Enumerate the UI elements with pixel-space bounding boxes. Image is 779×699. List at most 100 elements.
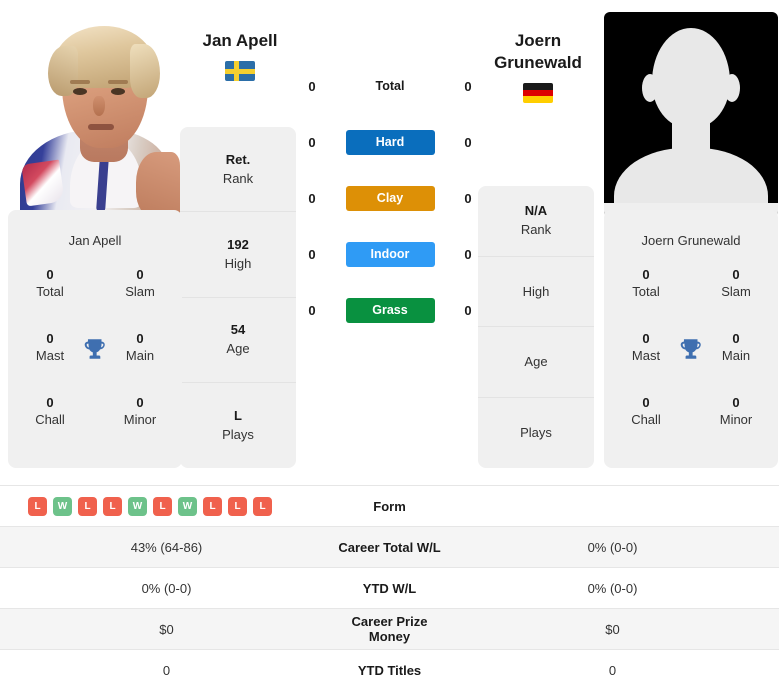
stat-label: Career Total W/L [338,539,441,555]
titles-value: 0 [642,331,650,346]
surface-badge-hard[interactable]: Hard [345,129,435,155]
comparison-header-area: Jan Apell Joern Grunewald Ret. Rank 192 … [0,0,779,480]
form-chip-win[interactable]: W [178,496,197,516]
form-chip-loss[interactable]: L [253,496,272,516]
titles-label: Total [632,284,660,299]
titles-value: 0 [136,267,144,282]
stat-label: Career Prize Money [351,614,428,644]
titles-cell: 0 Main [112,330,168,365]
rank-row: High [478,257,594,327]
left-titles-card: Jan Apell 0 Total 0 Slam 0 Mast 0 Main 0… [8,210,182,468]
rank-label: High [224,255,252,271]
titles-value: 0 [46,395,54,410]
titles-label: Chall [631,412,661,427]
rank-label: High [522,283,550,299]
titles-cell: 0 Main [708,330,764,365]
titles-cell: 0 Minor [708,394,764,429]
titles-label: Chall [35,412,65,427]
form-chip-loss[interactable]: L [203,496,222,516]
surface-badge-grass[interactable]: Grass [345,297,435,323]
right-titles-player-name: Joern Grunewald [641,233,741,248]
titles-label: Main [721,348,751,363]
surface-row-grass: 0 Grass 0 [302,282,478,338]
left-player-photo [8,12,182,217]
surface-badge-clay[interactable]: Clay [345,185,435,211]
rank-label: Age [524,354,548,370]
rank-label: Rank [222,170,254,186]
rank-row: L Plays [180,383,296,468]
left-player-name: Jan Apell [202,31,278,50]
rank-value: N/A [524,203,548,219]
titles-cell: 0 Slam [112,266,168,301]
titles-value: 0 [46,331,54,346]
left-player-header: Jan Apell [180,30,300,81]
surface-label-total: Total [375,79,405,93]
left-count: 0 [308,190,316,206]
surface-badge-indoor[interactable]: Indoor [345,241,435,267]
form-chip-loss[interactable]: L [153,496,172,516]
titles-cell: 0 Chall [618,394,674,429]
right-player-photo-placeholder [604,12,778,217]
comparison-stat-table: LWLLWLWLLL Form 43% (64-86) Career Total… [0,485,779,690]
left-count: 0 [308,302,316,318]
titles-label: Total [36,284,64,299]
titles-row: 0 Chall 0 Minor [22,394,168,458]
right-count: 0 [464,302,472,318]
surface-row-clay: 0 Clay 0 [302,170,478,226]
form-chip-win[interactable]: W [53,496,72,516]
right-count: 0 [464,134,472,150]
stat-label: YTD Titles [357,662,422,678]
surface-titles-column: 0 Total 0 0 Hard 0 0 Clay 0 0 Indoor 0 0 [302,58,478,338]
right-value: 0 [608,662,617,678]
titles-value: 0 [642,395,650,410]
titles-value: 0 [136,395,144,410]
rank-label: Plays [520,425,552,441]
stat-label: Form [373,498,406,514]
rank-row: Ret. Rank [180,127,296,213]
left-value: $0 [159,621,174,637]
titles-value: 0 [46,267,54,282]
right-rank-card: N/A Rank High Age Plays [478,186,594,468]
surface-row-total: 0 Total 0 [302,58,478,114]
titles-cell: 0 Slam [708,266,764,301]
left-value: 0 [162,662,171,678]
stat-label: YTD W/L [362,580,417,596]
form-chip-loss[interactable]: L [78,496,97,516]
titles-label: Mast [631,348,661,363]
left-count: 0 [308,246,316,262]
rank-value: 54 [230,322,246,338]
trophy-icon [680,339,701,359]
titles-label: Minor [123,412,157,427]
rank-label: Plays [222,426,254,442]
titles-value: 0 [732,267,740,282]
rank-row: Age [478,327,594,398]
form-chip-win[interactable]: W [128,496,147,516]
stat-row-ytd-titles: 0 YTD Titles 0 [0,649,779,690]
left-count: 0 [308,78,316,94]
left-titles-player-name: Jan Apell [68,233,122,248]
form-chip-loss[interactable]: L [228,496,247,516]
rank-value: Ret. [225,151,251,167]
titles-row: 0 Total 0 Slam [618,266,764,330]
right-value: 0% (0-0) [587,580,638,596]
stat-row-ytd-wl: 0% (0-0) YTD W/L 0% (0-0) [0,567,779,608]
rank-row: 192 High [180,212,296,298]
titles-value: 0 [136,331,144,346]
sweden-flag-icon [225,61,255,81]
titles-cell: 0 Total [618,266,674,301]
titles-value: 0 [732,331,740,346]
rank-label: Rank [520,222,552,238]
left-value: 43% (64-86) [130,539,203,555]
left-rank-card: Ret. Rank 192 High 54 Age L Plays [180,127,296,468]
titles-cell: 0 Chall [22,394,78,429]
titles-label: Mast [35,348,65,363]
titles-row: 0 Chall 0 Minor [618,394,764,458]
form-chip-loss[interactable]: L [28,496,47,516]
titles-label: Slam [125,284,155,299]
surface-row-indoor: 0 Indoor 0 [302,226,478,282]
titles-cell: 0 Mast [22,330,78,365]
right-player-header: Joern Grunewald [478,30,598,103]
germany-flag-icon [523,83,553,103]
left-form-strip: LWLLWLWLLL [0,496,333,516]
form-chip-loss[interactable]: L [103,496,122,516]
